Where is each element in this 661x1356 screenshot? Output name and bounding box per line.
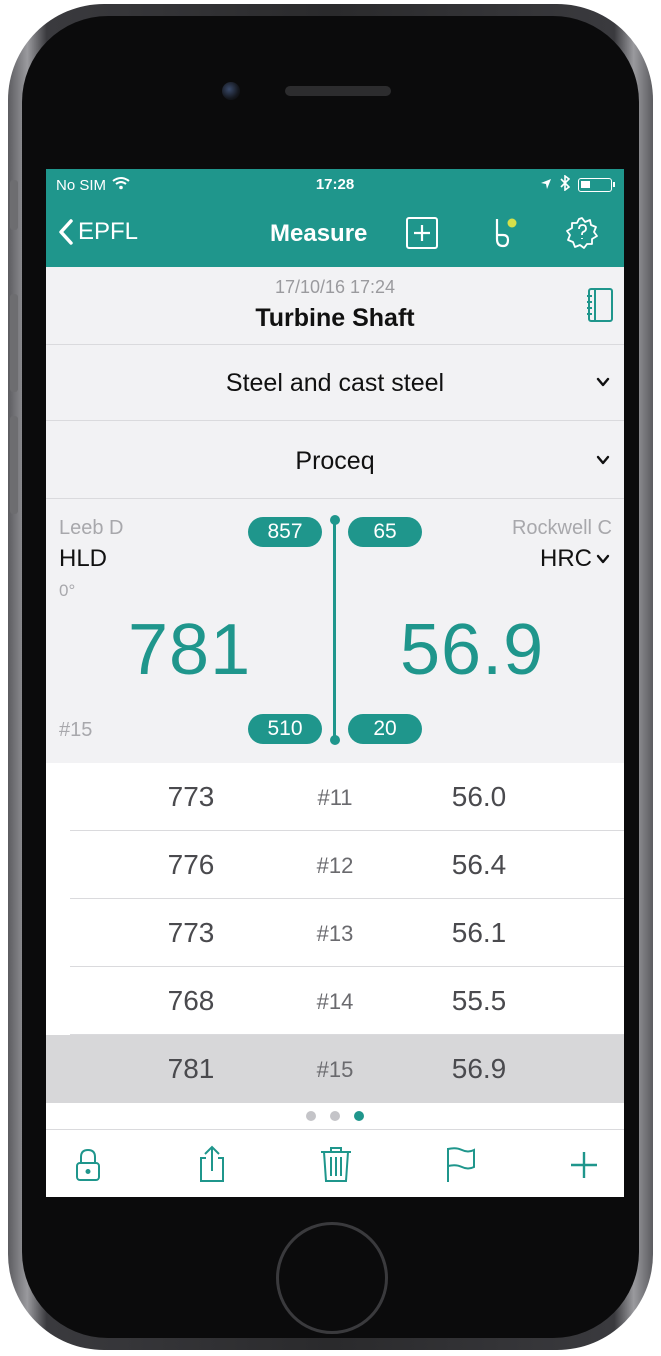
row-index: #13 [316,921,354,946]
row-index: #12 [316,853,354,878]
measurement-panel: Leeb D HLD 0° 781 #15 Rockwell C HRC 56.… [46,499,624,763]
bluetooth-icon [560,174,571,195]
page-indicator[interactable] [46,1103,624,1129]
app-header: No SIM 17:28 EPFL Measure [46,169,624,267]
back-button[interactable]: EPFL [58,218,138,246]
left-max-badge: 857 [248,517,322,547]
page-dot[interactable] [306,1111,316,1121]
table-row[interactable]: 776 #12 56.4 [46,831,624,899]
page-title: Measure [270,220,368,247]
table-row[interactable]: 773 #13 56.1 [46,899,624,967]
measurement-date: 17/10/16 17:24 [274,277,396,297]
measurement-list: 773 #11 56.0 776 #12 56.4 773 #13 56.1 7… [46,763,624,1103]
page-dot[interactable] [330,1111,340,1121]
measurement-name[interactable]: Turbine Shaft [46,304,624,333]
volume-down-button [10,416,18,514]
conversion-label: Proceq [295,447,375,475]
page-dot-active[interactable] [354,1111,364,1121]
material-select[interactable]: Steel and cast steel [46,345,624,421]
status-bar: No SIM 17:28 [46,169,624,201]
right-value: 56.9 [400,610,545,690]
left-value: 781 [128,610,252,690]
home-button[interactable] [276,1222,388,1334]
right-min-badge: 20 [348,714,422,744]
row-hld-value: 773 [167,917,215,948]
left-unit: HLD [59,545,108,572]
conversion-select[interactable]: Proceq [46,423,624,499]
share-icon[interactable] [192,1144,232,1184]
settings-gear-icon[interactable] [564,215,600,251]
notebook-icon[interactable] [586,287,614,323]
range-bottom-dot [330,735,340,745]
right-unit: HRC [540,545,592,572]
chevron-down-icon [596,377,610,387]
row-hld-value: 781 [167,1053,215,1084]
row-hld-value: 773 [167,781,215,812]
clock: 17:28 [315,176,355,193]
location-arrow-icon [540,177,552,194]
row-hld-value: 768 [167,985,215,1016]
right-max-badge: 65 [348,517,422,547]
table-row-selected[interactable]: 781 #15 56.9 [46,1035,624,1103]
app-screen: No SIM 17:28 EPFL Measure 17/10/16 17:24… [46,169,624,1197]
add-icon[interactable] [564,1144,604,1184]
table-row[interactable]: 773 #11 56.0 [46,763,624,831]
mute-switch [10,180,18,230]
row-index: #14 [316,989,354,1014]
trash-icon[interactable] [316,1144,356,1184]
range-top-dot [330,515,340,525]
chevron-down-icon [596,554,610,564]
row-hrc-value: 56.1 [451,917,507,948]
volume-up-button [10,294,18,392]
battery-icon [578,178,615,192]
front-camera [222,82,240,100]
row-hrc-value: 56.0 [451,781,507,812]
row-index: #15 [316,1057,354,1082]
impact-angle: 0° [59,581,76,600]
back-label: EPFL [78,218,139,245]
bottom-toolbar [46,1129,624,1197]
right-scale-name: Rockwell C [511,517,612,539]
row-hrc-value: 56.9 [451,1053,507,1084]
battery-fill [581,181,590,188]
material-label: Steel and cast steel [225,369,445,397]
earpiece-speaker [285,86,391,96]
row-hrc-value: 55.5 [451,985,507,1016]
left-scale-name: Leeb D [59,517,124,539]
right-unit-select[interactable]: HRC [540,545,610,573]
row-index: #11 [317,785,353,810]
range-line [333,521,336,739]
chevron-left-icon [59,219,73,245]
add-square-icon[interactable] [404,215,440,251]
chevron-down-icon [596,455,610,465]
table-row[interactable]: 768 #14 55.5 [46,967,624,1035]
probe-icon[interactable] [486,215,522,251]
measurement-info: 17/10/16 17:24 Turbine Shaft [46,267,624,345]
row-hld-value: 776 [167,849,215,880]
probe-status-dot [507,218,517,228]
navigation-bar: EPFL Measure [46,209,624,259]
flag-icon[interactable] [440,1144,480,1184]
left-min-badge: 510 [248,714,322,744]
row-hrc-value: 56.4 [451,849,507,880]
lock-icon[interactable] [68,1144,108,1184]
measurement-index: #15 [59,719,93,741]
